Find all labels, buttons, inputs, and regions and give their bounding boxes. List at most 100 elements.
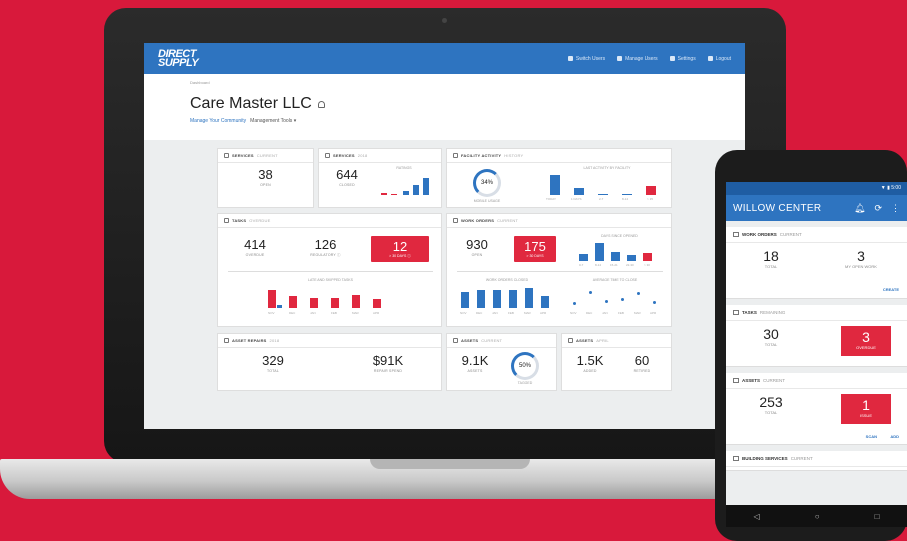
assets-issue-badge[interactable]: 1 ISSUE: [841, 394, 891, 424]
tasks-bar: [277, 305, 282, 308]
services-2018-card[interactable]: SERVICES 2018 644 CLOSED RATINGS: [318, 148, 442, 208]
time-point: [653, 301, 656, 304]
last-activity-chart: [542, 173, 667, 195]
create-work-order-button[interactable]: CREATE: [883, 287, 899, 292]
activity-bar: [574, 188, 584, 195]
wrench-icon: [733, 456, 739, 461]
phone-work-orders-card[interactable]: WORK ORDERS CURRENT 18 TOTAL 3 MY OPEN WO…: [726, 227, 907, 299]
home-icon[interactable]: ○: [815, 512, 820, 521]
tasks-bar: [289, 296, 297, 308]
menu-dots-icon[interactable]: ⋮: [891, 203, 900, 214]
tasks-over-30-days-badge[interactable]: 12 > 30 DAYS ⓘ: [371, 236, 429, 262]
days-bar: [627, 255, 636, 261]
days-bar: [611, 252, 620, 261]
closed-bar: [525, 288, 533, 308]
assets-current-value: 9.1K: [461, 353, 489, 368]
assets-april-card[interactable]: ASSETS APRIL 1.5K ADDED 60 RETIRED: [561, 333, 672, 391]
wrench-icon: [325, 153, 330, 158]
breadcrumb[interactable]: Dashboard: [190, 80, 699, 85]
phone: ▼ ▮ 5:00 WILLOW CENTER 🔔︎ ⟳ ⋮ WORK ORDER…: [715, 150, 907, 541]
phone-status-bar: ▼ ▮ 5:00: [726, 182, 907, 195]
days-bar: [643, 253, 652, 261]
ratings-bar: [381, 193, 387, 195]
refresh-icon[interactable]: ⟳: [874, 203, 882, 214]
users-icon: [617, 56, 623, 61]
activity-bar: [646, 186, 656, 195]
ratings-bar: [423, 178, 429, 195]
grid-icon: [453, 338, 458, 343]
laptop-screen: DIRECT SUPPLY Switch Users Manage Users …: [144, 43, 745, 429]
page-header: Dashboard Care Master LLC Manage Your Co…: [144, 74, 745, 140]
webcam: [442, 18, 447, 23]
mobile-usage-gauge: 34%: [473, 169, 501, 197]
building-icon: [567, 56, 573, 61]
scan-asset-button[interactable]: SCAN: [866, 434, 877, 439]
work-orders-over-30-days-badge[interactable]: 175 > 30 DAYS: [514, 236, 556, 262]
tasks-bar: [373, 299, 381, 308]
repair-spend-value: $91K: [372, 353, 404, 368]
closed-bar: [493, 290, 501, 308]
closed-bar: [541, 296, 549, 308]
time-point: [605, 300, 608, 303]
manage-community-link[interactable]: Manage Your Community: [190, 118, 246, 124]
tasks-overdue-badge[interactable]: 3 OVERDUE: [841, 326, 891, 356]
facility-activity-card[interactable]: FACILITY ACTIVITY HISTORY 34% MOBILE USAG…: [446, 148, 672, 208]
phone-building-services-card[interactable]: BUILDING SERVICES CURRENT: [726, 451, 907, 471]
work-orders-closed-chart: [459, 286, 559, 308]
tasks-regulatory-value: 126: [314, 237, 337, 252]
logout-icon: [707, 56, 713, 61]
repairs-total-value: 329: [262, 353, 284, 368]
bell-icon[interactable]: 🔔︎: [854, 203, 865, 214]
days-since-opened-chart: [577, 241, 662, 261]
gear-icon: [669, 56, 675, 61]
tagged-gauge: 50%: [511, 352, 539, 380]
time-point: [621, 298, 624, 301]
person-icon[interactable]: [317, 100, 325, 108]
grid-icon: [224, 338, 229, 343]
page-title: Care Master LLC: [190, 95, 312, 112]
list-icon: [733, 378, 739, 383]
ratings-chart: [379, 173, 435, 195]
nav-settings[interactable]: Settings: [669, 56, 696, 62]
nav-switch-users[interactable]: Switch Users: [567, 56, 605, 62]
grid-icon: [568, 338, 573, 343]
assets-retired-value: 60: [634, 353, 650, 368]
ratings-bar: [413, 185, 419, 195]
assets-added-value: 1.5K: [576, 353, 604, 368]
time-point: [637, 292, 640, 295]
days-bar: [579, 254, 588, 261]
tasks-bar: [331, 298, 339, 308]
management-tools-dropdown[interactable]: Management Tools ▾: [250, 118, 296, 124]
recents-icon[interactable]: □: [875, 512, 880, 521]
direct-supply-logo[interactable]: DIRECT SUPPLY: [158, 48, 218, 68]
closed-bar: [477, 290, 485, 308]
phone-title: WILLOW CENTER: [733, 202, 822, 214]
phone-app-bar: WILLOW CENTER 🔔︎ ⟳ ⋮: [726, 195, 907, 221]
activity-bar: [550, 175, 560, 195]
work-orders-card[interactable]: WORK ORDERS CURRENT 930 OPEN 175 > 30 DAY…: [446, 213, 672, 327]
sub-nav: Manage Your Community Management Tools ▾: [190, 118, 699, 124]
phone-tasks-card[interactable]: TASKS REMAINING 30 TOTAL 3 OVERDUE: [726, 305, 907, 367]
add-asset-button[interactable]: ADD: [890, 434, 899, 439]
nav-manage-users[interactable]: Manage Users: [617, 56, 658, 62]
time-to-close-chart: [569, 286, 664, 308]
list-icon: [733, 310, 739, 315]
back-icon[interactable]: ◁: [754, 512, 760, 521]
document-icon: [453, 218, 458, 223]
document-icon: [733, 232, 739, 237]
wrench-icon: [224, 153, 229, 158]
assets-current-card[interactable]: ASSETS CURRENT 9.1K ASSETS 50% TAGGED: [446, 333, 557, 391]
nav-logout[interactable]: Logout: [707, 56, 731, 62]
closed-bar: [461, 292, 469, 308]
top-nav: Switch Users Manage Users Settings Logou…: [567, 56, 731, 62]
top-bar: DIRECT SUPPLY Switch Users Manage Users …: [144, 43, 745, 74]
tasks-overdue-card[interactable]: TASKS OVERDUE 414 OVERDUE 126 REGULATORY …: [217, 213, 442, 327]
dashboard: SERVICES CURRENT 38 OPEN SERVICES 2018 644…: [144, 140, 745, 429]
phone-assets-card[interactable]: ASSETS CURRENT 253 TOTAL 1 ISSUE SCAN ADD: [726, 373, 907, 445]
laptop: DIRECT SUPPLY Switch Users Manage Users …: [104, 8, 786, 463]
phone-screen: ▼ ▮ 5:00 WILLOW CENTER 🔔︎ ⟳ ⋮ WORK ORDER…: [726, 182, 907, 527]
time-point: [573, 302, 576, 305]
building-icon: [453, 153, 458, 158]
asset-repairs-card[interactable]: ASSET REPAIRS 2018 329 TOTAL $91K REPAIR …: [217, 333, 442, 391]
services-current-card[interactable]: SERVICES CURRENT 38 OPEN: [217, 148, 314, 208]
